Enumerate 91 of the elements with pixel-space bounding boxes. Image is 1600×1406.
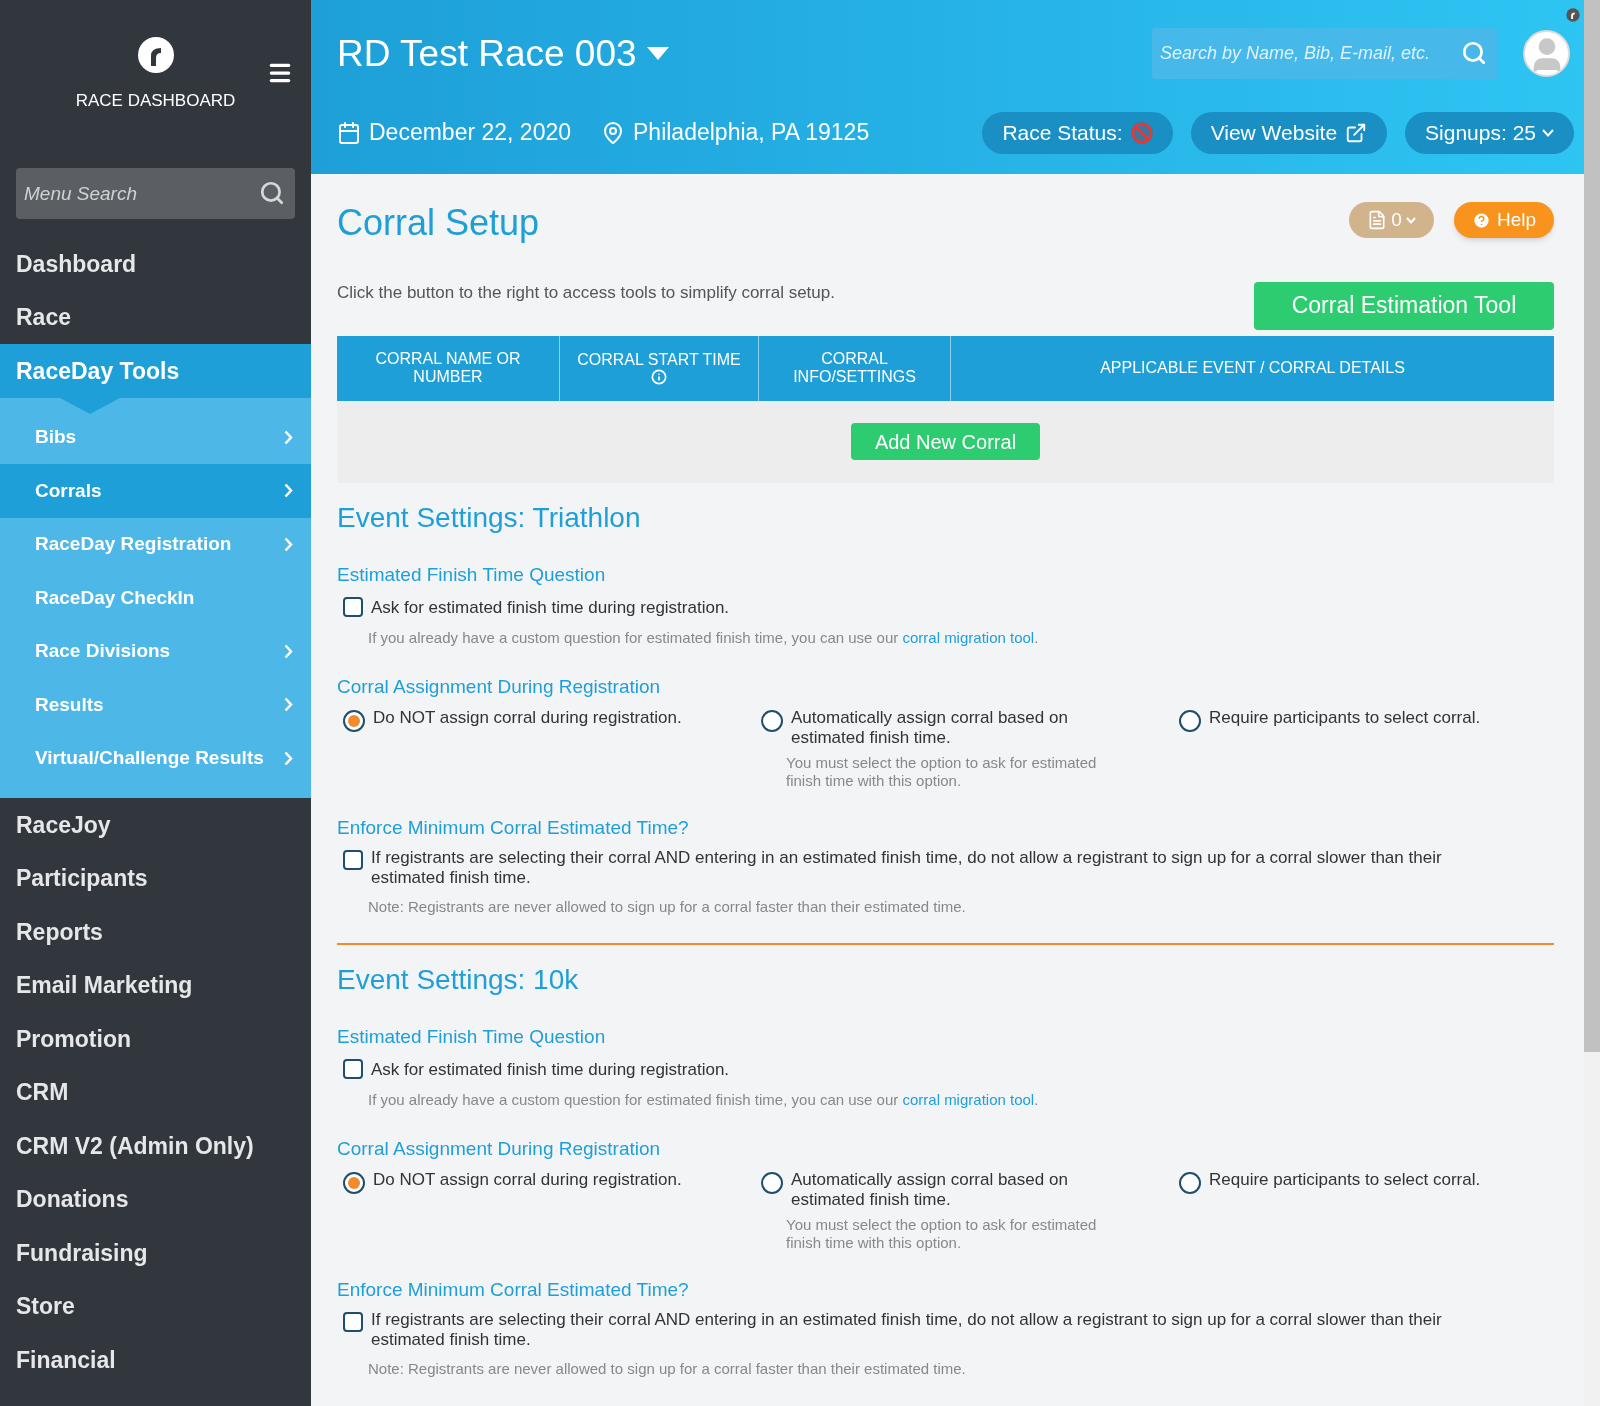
blocked-icon [1130,121,1153,144]
subsection-title: Estimated Finish Time Question [337,562,607,587]
radio-label: Require participants to select corral. [1209,1169,1481,1190]
chevron-down-icon [1405,216,1416,224]
participant-search-field[interactable]: Search by Name, Bib, E-mail, etc. [1152,28,1497,80]
radio-label: Require participants to select corral. [1209,707,1481,728]
sidebar-item[interactable]: Store [0,1279,311,1333]
help-text: Note: Registrants are never allowed to sign up for a corral faster than their estimated time. [368,1359,967,1379]
subsection-title: Estimated Finish Time Question [337,1024,607,1049]
checkbox[interactable] [343,1312,363,1332]
chevron-down-icon [1542,128,1554,137]
radio-button[interactable] [1179,1171,1201,1194]
subsection-title: Enforce Minimum Corral Estimated Time? [337,815,690,840]
column-header: APPLICABLE EVENT / CORRAL DETAILS [950,335,1554,401]
radio-label: Do NOT assign corral during registration. [373,1169,682,1190]
page-title: Corral Setup [337,201,540,245]
sidebar-item[interactable]: RaceDay Tools [0,344,311,398]
intro-text: Click the button to the right to access tools to simplify corral setup. [337,282,835,304]
sidebar-item[interactable]: Reports [0,905,311,959]
checkbox[interactable] [343,1059,363,1079]
sidebar-item[interactable]: Financial [0,1333,311,1387]
help-text: Note: Registrants are never allowed to sign up for a corral faster than their estimated time. [368,897,967,917]
checkbox[interactable] [343,850,363,870]
sidebar-item[interactable]: Email Marketing [0,958,311,1012]
sidebar-item[interactable]: Donations [0,1172,311,1226]
calendar-icon [337,120,361,145]
checkbox-label: Ask for estimated finish time during registration. [371,597,730,619]
help-button[interactable]: Help [1453,202,1554,238]
submenu-item[interactable]: Corrals [0,464,311,518]
subsection-title: Corral Assignment During Registration [337,1137,662,1161]
help-text: If you already have a custom question for estimated finish time, you can use our corral migration tool. [368,1089,1040,1110]
sidebar-item[interactable]: RaceJoy [0,798,311,852]
sidebar-item[interactable]: Promotion [0,1012,311,1066]
radio-button[interactable] [343,1171,365,1194]
pointer-arrow [60,397,120,414]
submenu-item[interactable]: Race Divisions [0,624,311,678]
race-date: December 22, 2020 [369,118,571,148]
sidebar-item[interactable]: Fundraising [0,1226,311,1280]
sidebar-item[interactable]: Dashboard [0,237,311,291]
submenu-item[interactable]: RaceDay CheckIn [0,571,311,625]
menu-search-field[interactable]: Menu Search [16,168,295,219]
radio-label: Automatically assign corral based on estimated finish time. [791,1169,1069,1210]
migration-tool-link[interactable]: corral migration tool [902,628,1035,646]
radio-label: Automatically assign corral based on estimated finish time. [791,707,1069,748]
help-text: You must select the option to ask for estimated finish time with this option. [786,1215,1098,1252]
document-icon [1367,210,1388,230]
submenu-item[interactable]: Results [0,678,311,732]
radio-button[interactable] [761,1171,783,1194]
logo-icon [136,36,175,74]
radio-label: Do NOT assign corral during registration. [373,707,682,728]
sidebar-item[interactable]: Participants [0,851,311,905]
checkbox-label: If registrants are selecting their corral AND entering in an estimated finish time, do not allow a registrant to sign up for a corral slower than their estimated finish time. [371,848,1443,888]
scrollbar[interactable] [1584,0,1600,1406]
sidebar-item[interactable]: CRM [0,1065,311,1119]
radio-button[interactable] [761,709,783,732]
radio-button[interactable] [1179,709,1201,732]
column-header: CORRAL NAME OR NUMBER [374,349,522,387]
sidebar-item[interactable]: Race [0,290,311,344]
external-link-icon [1345,121,1368,144]
sidebar-item[interactable]: CRM V2 (Admin Only) [0,1119,311,1173]
radio-button[interactable] [343,709,365,732]
checkbox[interactable] [343,597,363,617]
race-title: RD Test Race 003 [337,32,637,76]
small-logo-icon [1566,8,1580,22]
map-pin-icon [601,120,625,145]
help-text: If you already have a custom question for estimated finish time, you can use our corral migration tool. [368,627,1040,648]
column-header: CORRAL START TIME [559,335,758,401]
view-website-button[interactable]: View Website [1190,111,1388,154]
help-icon [1471,210,1491,230]
section-title: Event Settings: Triathlon [337,500,642,535]
race-status-button[interactable]: Race Status: [982,111,1173,154]
section-title: Event Settings: 10k [337,962,580,997]
migration-tool-link[interactable]: corral migration tool [902,1090,1035,1108]
help-text: You must select the option to ask for estimated finish time with this option. [786,753,1098,790]
search-icon[interactable] [259,180,285,206]
submenu-item[interactable]: Virtual/Challenge Results [0,731,311,785]
column-header: CORRAL INFO/SETTINGS [758,335,950,401]
signups-button[interactable]: Signups: 25 [1405,111,1574,154]
subsection-title: Enforce Minimum Corral Estimated Time? [337,1277,690,1302]
race-location: Philadelphia, PA 19125 [633,118,870,148]
subsection-title: Corral Assignment During Registration [337,675,662,699]
checkbox-label: If registrants are selecting their corral AND entering in an estimated finish time, do not allow a registrant to sign up for a corral slower than their estimated finish time. [371,1310,1443,1350]
info-icon[interactable] [651,369,667,385]
brand-name: RACE DASHBOARD [75,90,236,112]
submenu-item[interactable]: Bibs [0,410,311,464]
checkbox-label: Ask for estimated finish time during registration. [371,1059,730,1081]
corral-estimation-tool-button[interactable]: Corral Estimation Tool [1254,281,1554,330]
submenu-item[interactable]: RaceDay Registration [0,517,311,571]
caret-down-icon[interactable] [646,46,669,61]
add-new-corral-button[interactable]: Add New Corral [850,423,1041,460]
notes-button[interactable]: 0 [1349,202,1434,238]
